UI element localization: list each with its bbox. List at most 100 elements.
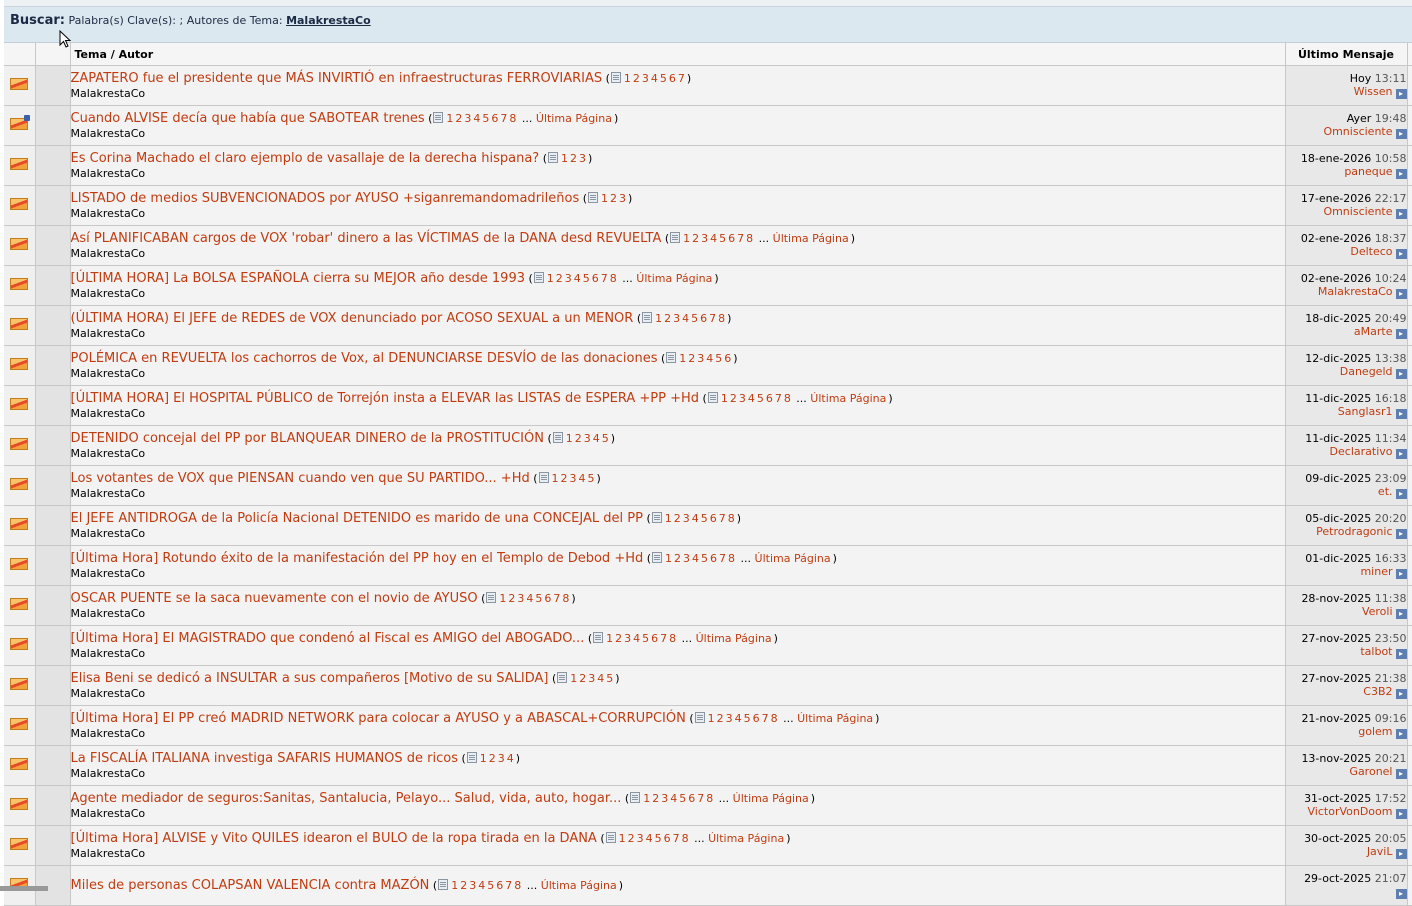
- page-link[interactable]: 4: [633, 632, 640, 645]
- page-link[interactable]: 8: [682, 832, 689, 845]
- topic-title-link[interactable]: LISTADO de medios SUBVENCIONADOS por AYU…: [71, 191, 580, 206]
- page-link[interactable]: 2: [455, 112, 462, 125]
- page-link[interactable]: 4: [579, 472, 586, 485]
- last-post-user-link[interactable]: Petrodragonic: [1316, 525, 1392, 538]
- page-link[interactable]: 8: [728, 552, 735, 565]
- page-link[interactable]: 2: [460, 879, 467, 892]
- page-link[interactable]: 6: [753, 712, 760, 725]
- page-link[interactable]: 8: [610, 272, 617, 285]
- page-link[interactable]: 4: [593, 432, 600, 445]
- page-link[interactable]: 3: [517, 592, 524, 605]
- topic-title-link[interactable]: Elisa Beni se dedicó a INSULTAR a sus co…: [71, 671, 549, 686]
- last-post-user-link[interactable]: Omnisciente: [1323, 125, 1392, 138]
- page-link[interactable]: 8: [514, 879, 521, 892]
- page-link[interactable]: 1: [570, 672, 577, 685]
- last-page-link[interactable]: Última Página: [636, 272, 712, 285]
- page-link[interactable]: 2: [730, 392, 737, 405]
- last-post-user-link[interactable]: Danegeld: [1340, 365, 1393, 378]
- last-post-user-link[interactable]: golem: [1358, 725, 1392, 738]
- topic-title-link[interactable]: [Última Hora] El PP creó MADRID NETWORK …: [71, 711, 686, 726]
- page-link[interactable]: 7: [500, 112, 507, 125]
- page-link[interactable]: 7: [553, 592, 560, 605]
- page-link[interactable]: 1: [679, 352, 686, 365]
- last-post-user-link[interactable]: Sanglasr1: [1338, 405, 1393, 418]
- page-link[interactable]: 6: [544, 592, 551, 605]
- page-link[interactable]: 4: [478, 879, 485, 892]
- goto-last-post-icon[interactable]: ▸: [1395, 369, 1406, 379]
- page-link[interactable]: 1: [561, 152, 568, 165]
- topic-title-link[interactable]: Los votantes de VOX que PIENSAN cuando v…: [71, 471, 530, 486]
- page-link[interactable]: 4: [735, 712, 742, 725]
- page-link[interactable]: 6: [710, 512, 717, 525]
- topic-title-link[interactable]: Agente mediador de seguros:Sanitas, Sant…: [71, 791, 622, 806]
- page-link[interactable]: 3: [498, 752, 505, 765]
- last-page-link[interactable]: Última Página: [810, 392, 886, 405]
- page-link[interactable]: 1: [601, 192, 608, 205]
- page-link[interactable]: 4: [597, 672, 604, 685]
- page-link[interactable]: 1: [665, 552, 672, 565]
- goto-last-post-icon[interactable]: ▸: [1395, 609, 1406, 619]
- topic-title-link[interactable]: [Última Hora] El MAGISTRADO que condenó …: [71, 631, 585, 646]
- page-link[interactable]: 5: [583, 272, 590, 285]
- header-topic-author[interactable]: Tema / Autor: [70, 43, 1286, 66]
- page-link[interactable]: 5: [719, 232, 726, 245]
- page-link[interactable]: 3: [624, 632, 631, 645]
- page-link[interactable]: 3: [637, 832, 644, 845]
- topic-title-link[interactable]: DETENIDO concejal del PP por BLANQUEAR D…: [71, 431, 544, 446]
- page-link[interactable]: 8: [718, 312, 725, 325]
- page-link[interactable]: 5: [487, 879, 494, 892]
- page-link[interactable]: 2: [610, 192, 617, 205]
- page-link[interactable]: 7: [762, 712, 769, 725]
- page-link[interactable]: 5: [701, 552, 708, 565]
- page-link[interactable]: 2: [688, 352, 695, 365]
- page-link[interactable]: 5: [602, 432, 609, 445]
- page-link[interactable]: 2: [692, 232, 699, 245]
- page-link[interactable]: 7: [719, 552, 726, 565]
- topic-title-link[interactable]: Así PLANIFICABAN cargos de VOX 'robar' d…: [71, 231, 662, 246]
- page-link[interactable]: 2: [575, 432, 582, 445]
- page-link[interactable]: 2: [556, 272, 563, 285]
- page-link[interactable]: 2: [664, 312, 671, 325]
- goto-last-post-icon[interactable]: ▸: [1395, 529, 1406, 539]
- topic-title-link[interactable]: La FISCALÍA ITALIANA investiga SAFARIS H…: [71, 751, 459, 766]
- page-link[interactable]: 2: [674, 512, 681, 525]
- topic-title-link[interactable]: POLÉMICA en REVUELTA los cachorros de Vo…: [71, 351, 658, 366]
- page-link[interactable]: 5: [606, 672, 613, 685]
- topic-title-link[interactable]: Cuando ALVISE decía que había que SABOTE…: [71, 111, 425, 126]
- last-post-user-link[interactable]: MalakrestaCo: [1318, 285, 1393, 298]
- last-page-link[interactable]: Última Página: [733, 792, 809, 805]
- page-link[interactable]: 4: [473, 112, 480, 125]
- page-link[interactable]: 4: [670, 792, 677, 805]
- page-link[interactable]: 6: [664, 832, 671, 845]
- page-link[interactable]: 3: [570, 472, 577, 485]
- topic-title-link[interactable]: Es Corina Machado el claro ejemplo de va…: [71, 151, 540, 166]
- page-link[interactable]: 2: [628, 832, 635, 845]
- topic-title-link[interactable]: Miles de personas COLAPSAN VALENCIA cont…: [71, 878, 430, 893]
- page-link[interactable]: 1: [566, 432, 573, 445]
- page-link[interactable]: 1: [606, 632, 613, 645]
- page-link[interactable]: 1: [721, 392, 728, 405]
- page-link[interactable]: 1: [552, 472, 559, 485]
- last-post-user-link[interactable]: Omnisciente: [1323, 205, 1392, 218]
- last-post-user-link[interactable]: Garonel: [1349, 765, 1392, 778]
- goto-last-post-icon[interactable]: ▸: [1395, 729, 1406, 739]
- page-link[interactable]: 5: [715, 352, 722, 365]
- page-link[interactable]: 4: [682, 312, 689, 325]
- last-post-user-link[interactable]: Wissen: [1354, 85, 1393, 98]
- last-post-user-link[interactable]: JaviL: [1367, 845, 1393, 858]
- page-link[interactable]: 6: [491, 112, 498, 125]
- page-link[interactable]: 3: [726, 712, 733, 725]
- page-link[interactable]: 6: [669, 72, 676, 85]
- page-link[interactable]: 5: [744, 712, 751, 725]
- page-link[interactable]: 8: [562, 592, 569, 605]
- goto-last-post-icon[interactable]: ▸: [1395, 449, 1406, 459]
- page-link[interactable]: 2: [652, 792, 659, 805]
- horizontal-scrollbar[interactable]: [0, 886, 48, 891]
- last-post-user-link[interactable]: et.: [1378, 485, 1393, 498]
- page-link[interactable]: 3: [642, 72, 649, 85]
- page-link[interactable]: 4: [507, 752, 514, 765]
- page-link[interactable]: 5: [655, 832, 662, 845]
- last-post-user-link[interactable]: aMarte: [1354, 325, 1393, 338]
- page-link[interactable]: 3: [464, 112, 471, 125]
- topic-title-link[interactable]: [Última Hora] Rotundo éxito de la manife…: [71, 551, 644, 566]
